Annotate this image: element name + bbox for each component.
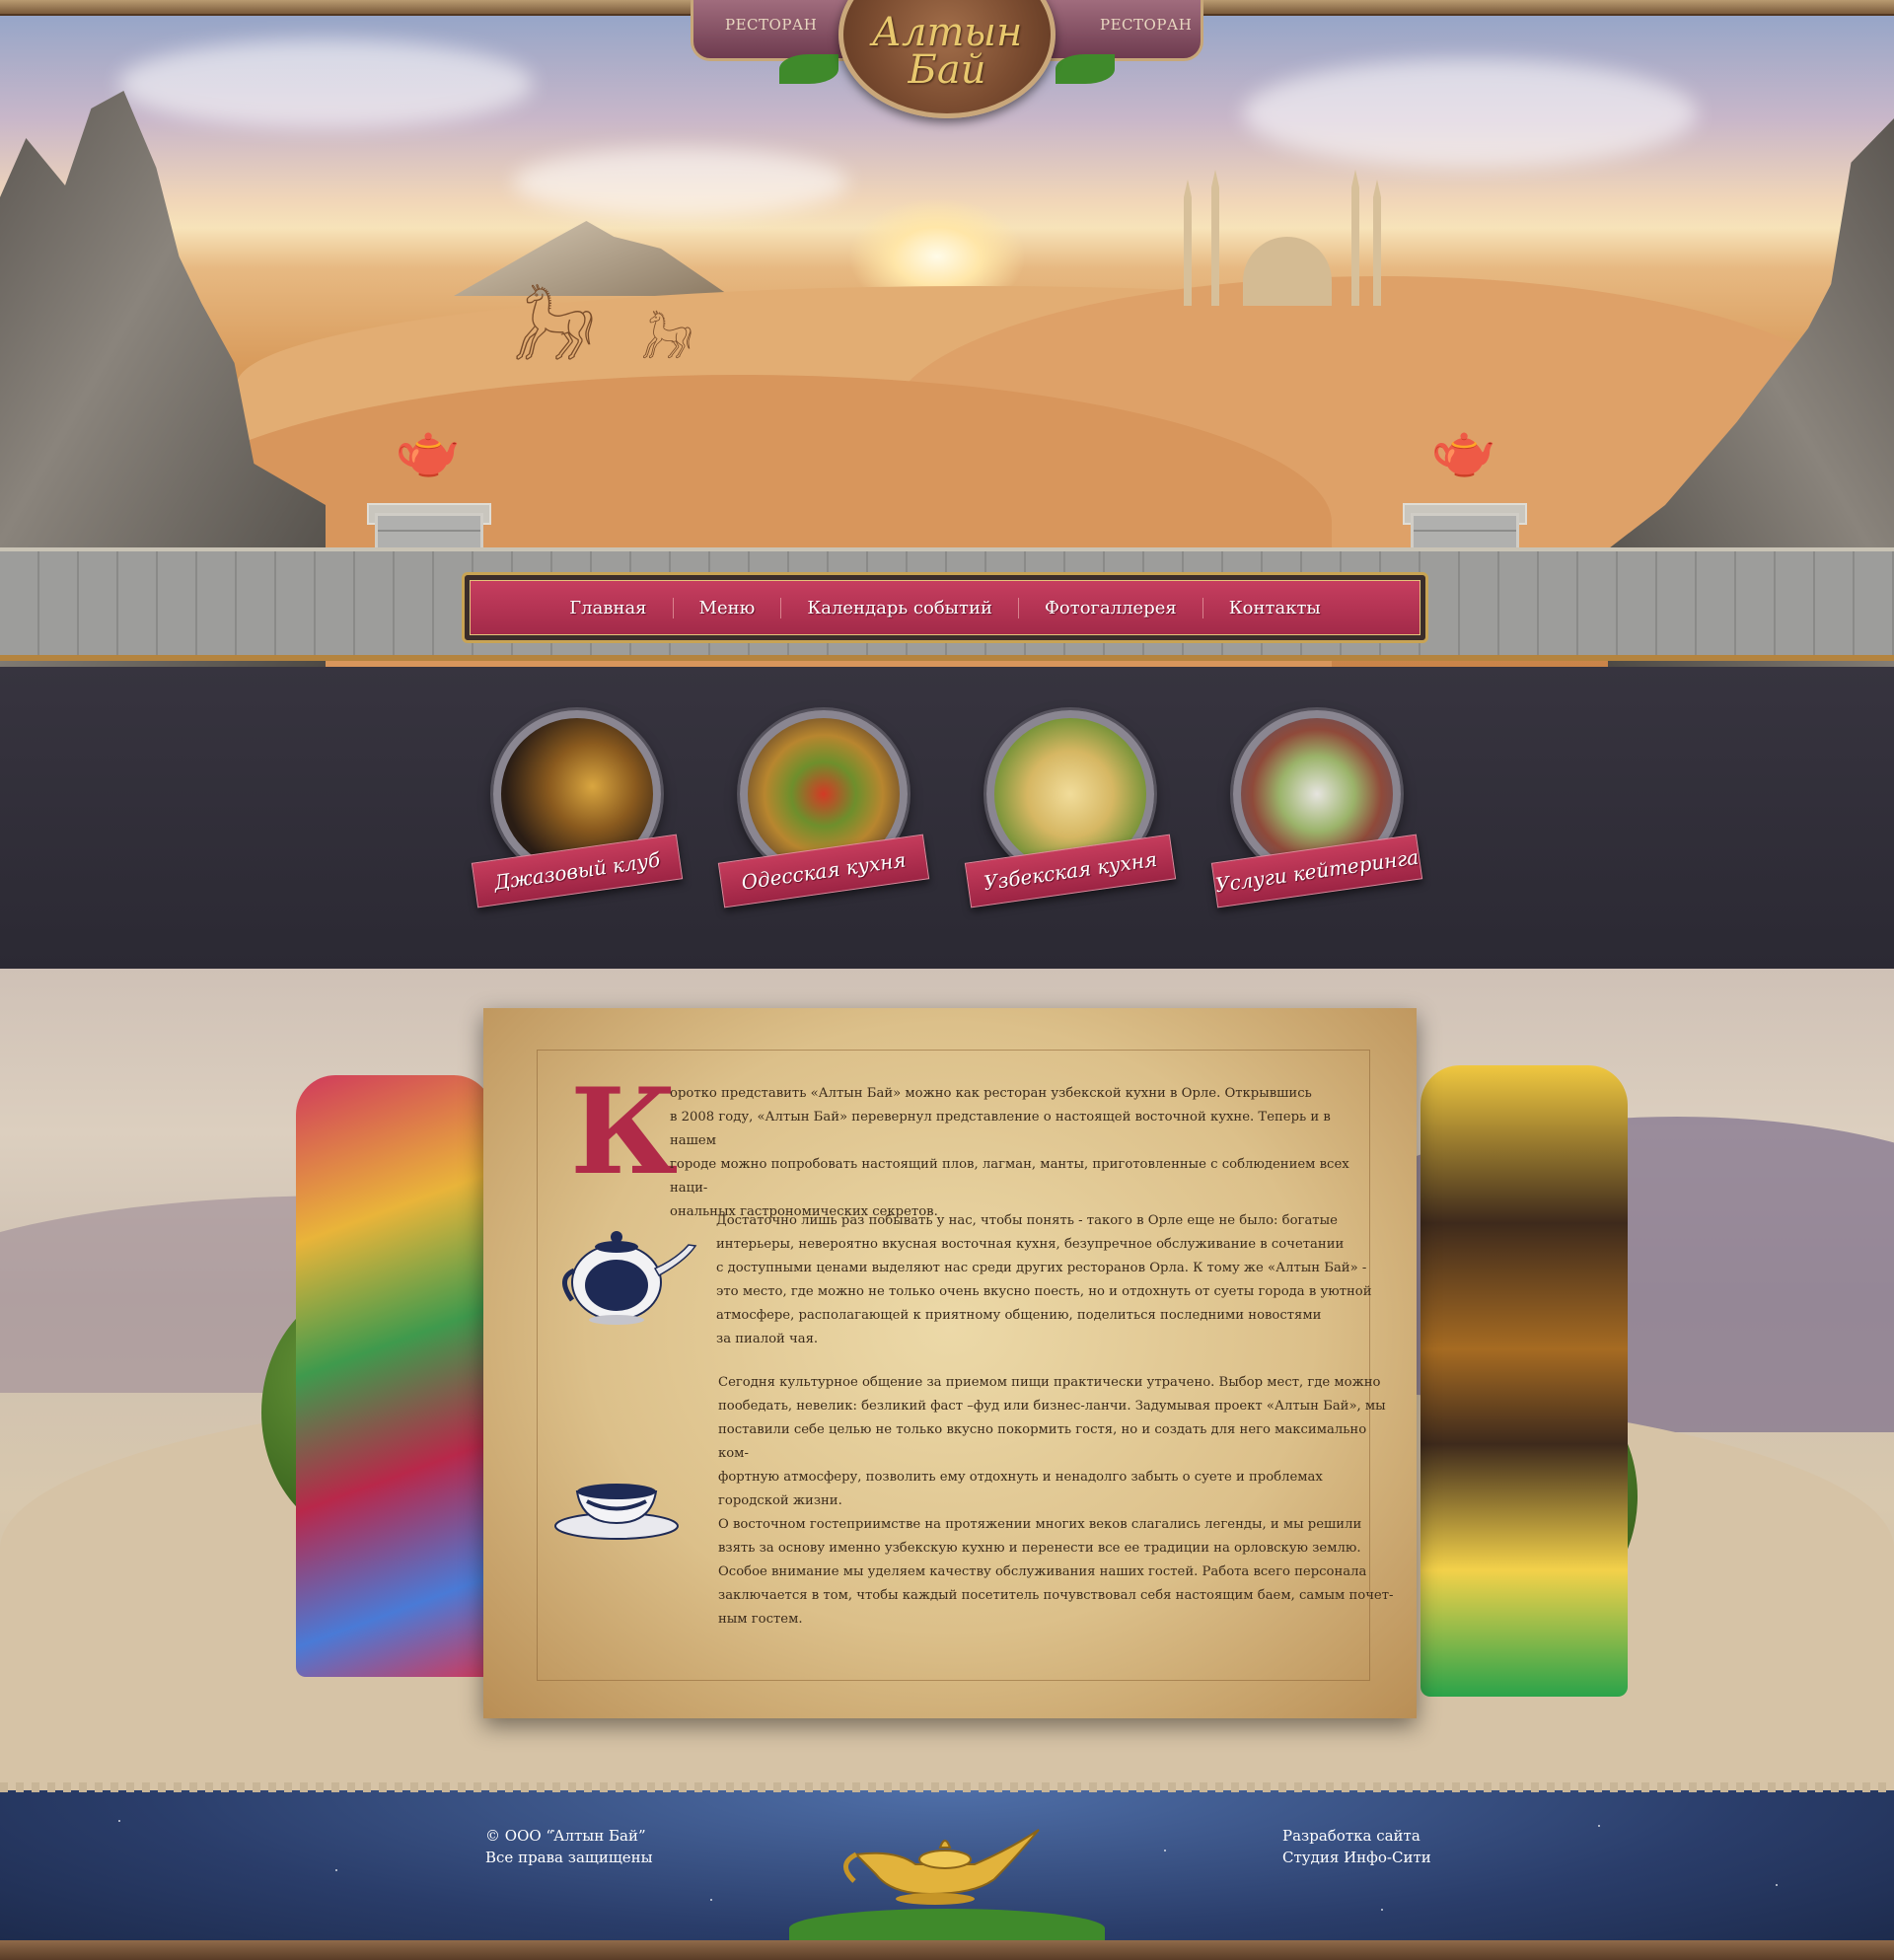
service-label: Джазовый клуб xyxy=(492,847,662,895)
nav-item-events[interactable]: Календарь событий xyxy=(781,597,1019,618)
logo-text[interactable]: Алтын Бай xyxy=(838,13,1056,90)
bottom-bar xyxy=(0,1940,1894,1960)
camel-icon: 𓃗 xyxy=(641,318,693,368)
service-catering[interactable]: Услуги кейтеринга xyxy=(1210,710,1423,937)
logo-side-label-left: РЕСТОРАН xyxy=(725,16,818,34)
teapot-icon: 🫖 xyxy=(395,419,462,481)
dancer-left xyxy=(296,1075,493,1677)
leaf-decoration xyxy=(1056,54,1115,84)
bowl-cup-icon xyxy=(554,1484,679,1540)
magic-lamp-icon xyxy=(843,1829,1040,1905)
drop-cap: К xyxy=(570,1062,679,1201)
main-nav: Главная Меню Календарь событий Фотогалле… xyxy=(462,572,1428,643)
footer-copyright: © ООО “Алтын Бай” Все права защищены xyxy=(485,1827,653,1866)
service-odessa-cuisine[interactable]: Одесская кухня xyxy=(717,710,930,937)
about-paragraph-4: О восточном гостеприимстве на протяжении… xyxy=(718,1517,1394,1627)
service-label: Узбекская кухня xyxy=(982,846,1159,896)
nav-item-menu[interactable]: Меню xyxy=(674,597,782,618)
teapot-icon xyxy=(562,1231,697,1325)
services-strip: Джазовый клуб Одесская кухня Узбекская к… xyxy=(0,667,1894,977)
nav-item-home[interactable]: Главная xyxy=(544,597,674,618)
about-paragraph-3: Сегодня культурное общение за приемом пи… xyxy=(718,1375,1386,1508)
service-uzbek-cuisine[interactable]: Узбекская кухня xyxy=(964,710,1177,937)
nav-bar: Главная Меню Календарь событий Фотогалле… xyxy=(470,580,1420,635)
about-paragraph-1: оротко представить «Алтын Бай» можно как… xyxy=(670,1086,1349,1219)
service-jazz-club[interactable]: Джазовый клуб xyxy=(471,710,684,937)
service-label: Услуги кейтеринга xyxy=(1213,844,1420,898)
footer-developer-link[interactable]: Разработка сайта Студия Инфо-Сити xyxy=(1282,1825,1431,1868)
about-paragraph-2: Достаточно лишь раз побывать у нас, чтоб… xyxy=(716,1213,1372,1346)
dancer-right xyxy=(1420,1065,1628,1697)
mosque xyxy=(1184,170,1381,306)
teapot-icon: 🫖 xyxy=(1430,419,1497,481)
nav-item-contacts[interactable]: Контакты xyxy=(1203,598,1347,618)
cloud xyxy=(118,39,533,128)
nav-item-gallery[interactable]: Фотогаллерея xyxy=(1019,597,1203,618)
camel-icon: 𓃗 xyxy=(513,294,596,375)
leaf-decoration xyxy=(779,54,838,84)
cloud xyxy=(1243,59,1697,168)
logo-side-label-right: РЕСТОРАН xyxy=(1100,16,1193,34)
cloud xyxy=(513,148,848,217)
